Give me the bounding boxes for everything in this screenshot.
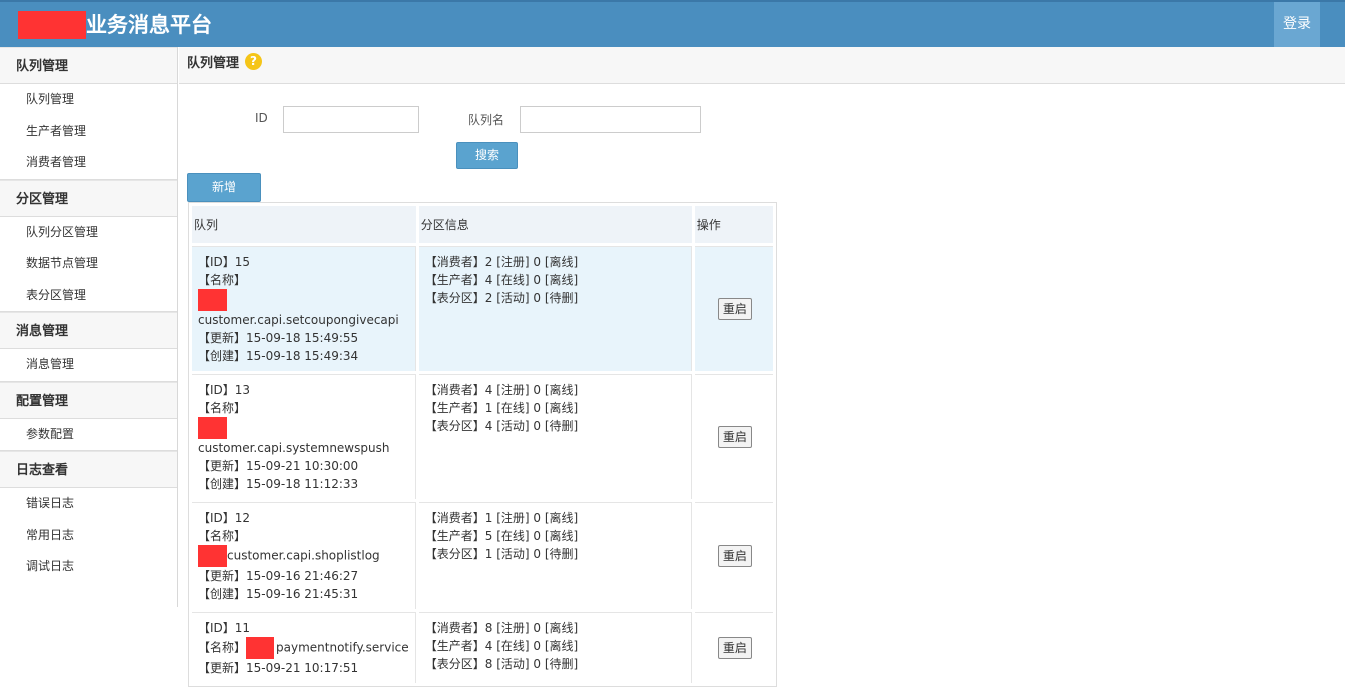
sidebar-item-message-manage[interactable]: 消息管理 (0, 349, 177, 381)
queue-updated: 【更新】15-09-18 15:49:55 (198, 331, 359, 345)
restart-button[interactable]: 重启 (717, 545, 752, 567)
redacted-prefix (198, 417, 227, 439)
id-filter-input[interactable] (283, 106, 419, 133)
page-title: 队列管理 (187, 56, 240, 71)
queue-created: 【创建】15-09-16 21:45:31 (198, 587, 359, 601)
partition-info-cell: 【消费者】4 [注册] 0 [离线] 【生产者】1 [在线] 0 [离线] 【表… (418, 374, 692, 499)
queue-updated: 【更新】15-09-16 21:46:27 (198, 569, 359, 583)
sidebar-group-title[interactable]: 配置管理 (0, 381, 177, 419)
partition-info-cell: 【消费者】2 [注册] 0 [离线] 【生产者】4 [在线] 0 [离线] 【表… (418, 246, 692, 371)
sidebar-group-config: 配置管理 参数配置 (0, 381, 177, 451)
queue-name-label: 【名称】 (198, 401, 247, 415)
sidebar-item-debug-log[interactable]: 调试日志 (0, 551, 177, 583)
queue-id: 【ID】13 (198, 383, 251, 397)
queue-cell: 【ID】11 【名称】 paymentnotify.service 【更新】15-… (192, 612, 416, 683)
action-cell: 重启 (694, 246, 773, 371)
sidebar-item-table-partition[interactable]: 表分区管理 (0, 280, 177, 312)
sidebar: 队列管理 队列管理 生产者管理 消费者管理 分区管理 队列分区管理 数据节点管理… (0, 47, 178, 607)
top-header: 业务消息平台 登录 (0, 0, 1345, 49)
queue-created: 【创建】15-09-18 11:12:33 (198, 477, 359, 491)
login-button[interactable]: 登录 (1274, 2, 1320, 49)
queue-name: customer.capi.shoplistlog (198, 545, 411, 567)
consumer-stats: 【消费者】2 [注册] 0 [离线] (424, 255, 579, 269)
queue-cell: 【ID】12 【名称】 customer.capi.shoplistlog 【更… (192, 502, 416, 609)
sidebar-item-queue-partition[interactable]: 队列分区管理 (0, 217, 177, 249)
sidebar-group-partition: 分区管理 队列分区管理 数据节点管理 表分区管理 (0, 179, 177, 312)
action-cell: 重启 (694, 612, 773, 683)
table-partition-stats: 【表分区】4 [活动] 0 [待删] (424, 419, 579, 433)
table-partition-stats: 【表分区】1 [活动] 0 [待删] (424, 547, 579, 561)
queue-name-filter-input[interactable] (520, 106, 701, 133)
id-filter-label: ID (255, 111, 268, 125)
table-header-row: 队列 分区信息 操作 (192, 206, 773, 243)
queue-name: customer.capi.setcoupongivecapi (198, 289, 411, 329)
sidebar-item-common-log[interactable]: 常用日志 (0, 520, 177, 552)
restart-button[interactable]: 重启 (717, 298, 752, 320)
action-cell: 重启 (694, 374, 773, 499)
main-content: 队列管理? ID 队列名 搜索 新增 队列 分区信息 操作 【ID】15 【名称… (179, 47, 1345, 687)
producer-stats: 【生产者】4 [在线] 0 [离线] (424, 273, 579, 287)
add-button[interactable]: 新增 (187, 173, 261, 202)
sidebar-item-consumer-manage[interactable]: 消费者管理 (0, 147, 177, 179)
sidebar-group-title[interactable]: 日志查看 (0, 451, 177, 488)
sidebar-item-producer-manage[interactable]: 生产者管理 (0, 116, 177, 148)
restart-button[interactable]: 重启 (717, 637, 752, 659)
column-header-action: 操作 (694, 206, 773, 243)
sidebar-group-logs: 日志查看 错误日志 常用日志 调试日志 (0, 451, 177, 583)
table-row[interactable]: 【ID】11 【名称】 paymentnotify.service 【更新】15-… (192, 612, 773, 683)
queue-updated: 【更新】15-09-21 10:30:00 (198, 459, 359, 473)
table-row[interactable]: 【ID】12 【名称】 customer.capi.shoplistlog 【更… (192, 502, 773, 609)
queue-id: 【ID】15 (198, 255, 251, 269)
sidebar-group-title[interactable]: 分区管理 (0, 179, 177, 217)
table-row[interactable]: 【ID】13 【名称】 customer.capi.systemnewspush… (192, 374, 773, 499)
consumer-stats: 【消费者】1 [注册] 0 [离线] (424, 511, 579, 525)
queue-table: 队列 分区信息 操作 【ID】15 【名称】 customer.capi.set… (188, 202, 777, 687)
sidebar-item-queue-manage[interactable]: 队列管理 (0, 84, 177, 116)
queue-name: customer.capi.systemnewspush (198, 417, 411, 457)
action-cell: 重启 (694, 502, 773, 609)
queue-name: 【名称】 paymentnotify.service (198, 637, 411, 659)
sidebar-item-data-node[interactable]: 数据节点管理 (0, 248, 177, 280)
queue-id: 【ID】12 (198, 511, 251, 525)
sidebar-group-message: 消息管理 消息管理 (0, 312, 177, 382)
queue-name-label: 【名称】 (198, 529, 247, 543)
queue-cell: 【ID】15 【名称】 customer.capi.setcoupongivec… (192, 246, 416, 371)
partition-info-cell: 【消费者】8 [注册] 0 [离线] 【生产者】4 [在线] 0 [离线] 【表… (418, 612, 692, 683)
partition-info-cell: 【消费者】1 [注册] 0 [离线] 【生产者】5 [在线] 0 [离线] 【表… (418, 502, 692, 609)
queue-updated: 【更新】15-09-21 10:17:51 (198, 661, 359, 675)
queue-name-filter-label: 队列名 (468, 113, 505, 127)
search-button[interactable]: 搜索 (456, 142, 518, 169)
restart-button[interactable]: 重启 (717, 426, 752, 448)
producer-stats: 【生产者】5 [在线] 0 [离线] (424, 529, 579, 543)
redacted-prefix (198, 545, 227, 567)
queue-created: 【创建】15-09-18 15:49:34 (198, 349, 359, 363)
help-icon[interactable]: ? (245, 53, 263, 70)
consumer-stats: 【消费者】8 [注册] 0 [离线] (424, 621, 579, 635)
page-header: 队列管理? (179, 47, 1345, 84)
table-partition-stats: 【表分区】2 [活动] 0 [待删] (424, 291, 579, 305)
producer-stats: 【生产者】1 [在线] 0 [离线] (424, 401, 579, 415)
sidebar-group-title[interactable]: 消息管理 (0, 312, 177, 349)
sidebar-group-title[interactable]: 队列管理 (0, 47, 177, 84)
consumer-stats: 【消费者】4 [注册] 0 [离线] (424, 383, 579, 397)
app-title: 业务消息平台 (86, 13, 212, 37)
table-partition-stats: 【表分区】8 [活动] 0 [待删] (424, 657, 579, 671)
queue-cell: 【ID】13 【名称】 customer.capi.systemnewspush… (192, 374, 416, 499)
table-row[interactable]: 【ID】15 【名称】 customer.capi.setcoupongivec… (192, 246, 773, 371)
redacted-logo (18, 11, 86, 39)
column-header-partition-info: 分区信息 (418, 206, 692, 243)
column-header-queue: 队列 (192, 206, 416, 243)
queue-name-label: 【名称】 (198, 273, 247, 287)
redacted-prefix (198, 289, 227, 311)
queue-id: 【ID】11 (198, 621, 251, 635)
producer-stats: 【生产者】4 [在线] 0 [离线] (424, 639, 579, 653)
sidebar-group-queue: 队列管理 队列管理 生产者管理 消费者管理 (0, 47, 177, 180)
sidebar-item-error-log[interactable]: 错误日志 (0, 488, 177, 520)
redacted-prefix (246, 637, 275, 659)
sidebar-item-param-config[interactable]: 参数配置 (0, 419, 177, 451)
